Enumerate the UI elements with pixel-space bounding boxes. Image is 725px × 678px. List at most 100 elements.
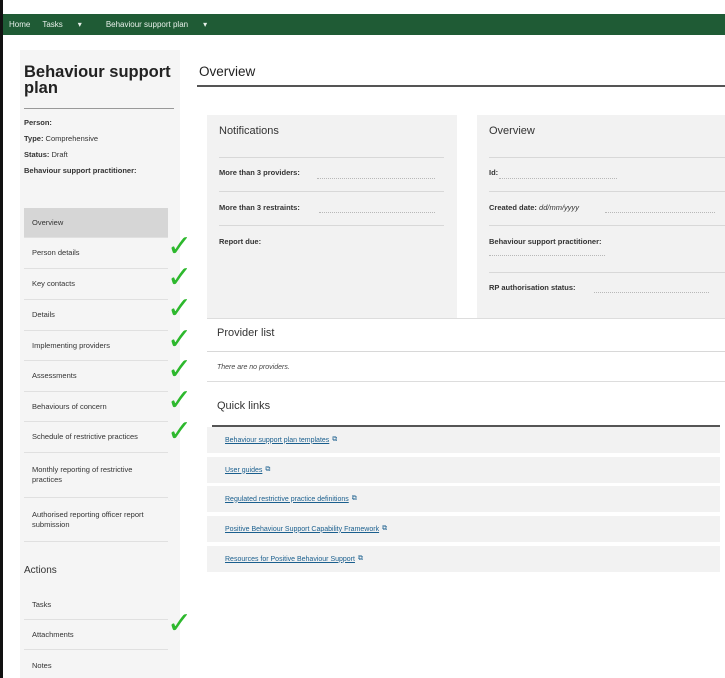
quick-links-title: Quick links [217, 400, 271, 412]
check-mark-icon: ✓ [167, 260, 193, 295]
sidebar-item-key-contacts[interactable]: Key contacts [24, 269, 168, 300]
value-underline [489, 255, 605, 256]
meta-person-label: Person: [24, 118, 52, 127]
overview-id-label: Id: [489, 168, 499, 177]
row-divider [489, 225, 725, 226]
notifications-card: Notifications More than 3 providers: Mor… [207, 115, 457, 320]
value-underline [594, 292, 709, 293]
action-tasks[interactable]: Tasks [24, 590, 168, 620]
provider-list-panel: Provider list There are no providers. [207, 318, 725, 381]
meta-status-value: Draft [51, 150, 68, 159]
meta-type-value: Comprehensive [45, 134, 99, 143]
created-date-label: Created date: [489, 203, 537, 212]
sidebar-item-label: Schedule of restrictive practices [32, 432, 138, 441]
overview-card-title: Overview [489, 125, 535, 137]
action-notes[interactable]: Notes [24, 650, 168, 678]
quick-link-user-guides[interactable]: User guides [225, 467, 262, 474]
row-divider [219, 225, 444, 226]
action-label: Tasks [32, 600, 52, 609]
overview-card: Overview Id: Created date: dd/mm/yyyy Be… [477, 115, 725, 320]
meta-status: Status: Draft [24, 150, 68, 159]
nav-behaviour-support-plan[interactable]: Behaviour support plan ▾ [106, 20, 219, 29]
check-mark-icon: ✓ [167, 606, 193, 641]
quick-link-row: Resources for Positive Behaviour Support… [207, 546, 720, 572]
sidebar-item-label: Authorised reporting officer report subm… [32, 509, 144, 529]
meta-practitioner-label: Behaviour support practitioner: [24, 166, 137, 175]
external-link-icon: ⧉ [265, 466, 271, 473]
row-divider [489, 157, 725, 158]
notifications-title: Notifications [219, 125, 279, 137]
value-underline [605, 212, 715, 213]
sidebar-item-overview[interactable]: Overview [24, 208, 168, 238]
sidebar: Behaviour support plan Person: Type: Com… [20, 50, 180, 678]
top-nav-bar: Home Tasks ▾ Behaviour support plan ▾ [3, 14, 725, 35]
notif-more-than-3-providers: More than 3 providers: [219, 168, 300, 177]
check-mark-icon: ✓ [167, 291, 193, 326]
sidebar-item-label: Assessments [32, 371, 77, 380]
sidebar-item-label: Details [32, 310, 55, 319]
external-link-icon: ⧉ [332, 436, 338, 443]
action-attachments[interactable]: Attachments [24, 620, 168, 650]
sidebar-nav: Overview Person details Key contacts Det… [24, 208, 168, 542]
value-underline [499, 178, 617, 179]
sidebar-title: Behaviour support plan [24, 63, 171, 97]
page-title-divider [197, 85, 725, 87]
value-underline [319, 212, 435, 213]
meta-type: Type: Comprehensive [24, 134, 98, 143]
sidebar-item-label: Monthly reporting of restrictive practic… [32, 465, 133, 484]
sidebar-item-implementing-providers[interactable]: Implementing providers [24, 331, 168, 361]
overview-created-date: Created date: dd/mm/yyyy [489, 203, 579, 212]
row-divider [489, 191, 725, 192]
overview-rp-status-label: RP authorisation status: [489, 283, 576, 292]
sidebar-item-label: Behaviours of concern [32, 401, 107, 411]
quick-link-bsp-templates[interactable]: Behaviour support plan templates [225, 437, 329, 444]
quick-link-row: Behaviour support plan templates ⧉ [207, 427, 720, 453]
sidebar-item-monthly-reporting[interactable]: Monthly reporting of restrictive practic… [24, 453, 168, 498]
created-date-value: dd/mm/yyyy [539, 203, 580, 212]
nav-home[interactable]: Home [9, 20, 30, 29]
sidebar-item-assessments[interactable]: Assessments [24, 361, 168, 392]
check-mark-icon: ✓ [167, 352, 193, 387]
meta-status-label: Status: [24, 150, 50, 159]
external-link-icon: ⧉ [351, 495, 357, 502]
sidebar-item-schedule-of-restrictive-practices[interactable]: Schedule of restrictive practices [24, 422, 168, 453]
check-mark-icon: ✓ [167, 322, 193, 357]
sidebar-item-label: Overview [32, 217, 64, 227]
meta-type-label: Type: [24, 134, 44, 143]
sidebar-item-details[interactable]: Details [24, 300, 168, 331]
chevron-down-icon: ▾ [77, 20, 82, 29]
nav-tasks-label: Tasks [42, 20, 63, 29]
meta-practitioner: Behaviour support practitioner: [24, 166, 137, 175]
sidebar-item-label: Key contacts [32, 279, 75, 288]
sidebar-item-label: Person details [32, 248, 80, 257]
external-link-icon: ⧉ [357, 555, 363, 562]
external-link-icon: ⧉ [382, 525, 388, 532]
sidebar-title-divider [24, 108, 174, 109]
quick-link-row: Regulated restrictive practice definitio… [207, 486, 720, 512]
nav-tasks[interactable]: Tasks ▾ [42, 20, 93, 29]
sidebar-item-person-details[interactable]: Person details [24, 238, 168, 269]
sidebar-item-label: Implementing providers [32, 340, 110, 350]
row-divider [219, 191, 444, 192]
actions-heading: Actions [24, 565, 57, 576]
meta-person: Person: [24, 118, 52, 127]
quick-link-pbs-resources[interactable]: Resources for Positive Behaviour Support [225, 556, 355, 563]
provider-list-title: Provider list [217, 327, 275, 339]
quick-link-rrp-definitions[interactable]: Regulated restrictive practice definitio… [225, 496, 349, 503]
notif-more-than-3-restraints: More than 3 restraints: [219, 203, 300, 212]
row-divider [219, 157, 444, 158]
check-mark-icon: ✓ [167, 383, 193, 418]
quick-link-pbs-capability-framework[interactable]: Positive Behaviour Support Capability Fr… [225, 526, 379, 533]
action-label: Attachments [32, 630, 74, 639]
chevron-down-icon: ▾ [203, 20, 208, 29]
provider-list-divider [207, 351, 725, 352]
action-label: Notes [32, 660, 52, 670]
sidebar-item-behaviours-of-concern[interactable]: Behaviours of concern [24, 392, 168, 422]
sidebar-item-authorised-reporting-officer[interactable]: Authorised reporting officer report subm… [24, 498, 168, 542]
quick-link-row: User guides ⧉ [207, 457, 720, 483]
quick-link-row: Positive Behaviour Support Capability Fr… [207, 516, 720, 542]
nav-bsp-label: Behaviour support plan [105, 20, 189, 29]
overview-practitioner-label: Behaviour support practitioner: [489, 237, 602, 246]
row-divider [489, 272, 725, 273]
check-mark-icon: ✓ [167, 229, 193, 264]
